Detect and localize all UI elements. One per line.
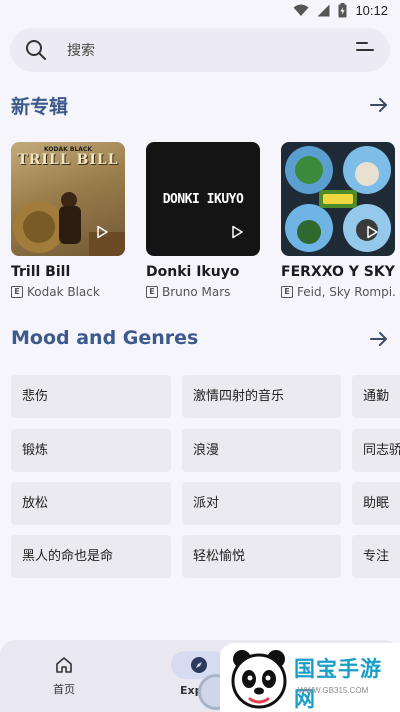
genre-button[interactable]: 悲伤 [11,375,171,418]
album-cover-title: DONKI IKUYO [162,192,244,207]
genre-button[interactable]: 助眠 [352,482,400,525]
album-cover[interactable] [281,142,395,256]
signal-icon [317,4,330,17]
album-artist: Bruno Mars [162,285,231,299]
menu-icon[interactable] [356,42,374,58]
play-icon[interactable] [365,225,379,239]
genre-button[interactable]: 锻炼 [11,429,171,472]
album-title: FERXXO Y SKY R [281,264,395,280]
search-bar[interactable]: 搜索 [10,28,390,72]
status-time: 10:12 [355,3,388,18]
album-card[interactable]: FERXXO Y SKY R E Feid, Sky Rompi... [281,142,395,299]
genre-button[interactable]: 浪漫 [182,429,341,472]
album-artist-row: E Feid, Sky Rompi... [281,285,395,299]
status-icons: 10:12 [293,3,388,18]
mood-genres-more-button[interactable] [367,327,391,351]
watermark-logo: 国宝手游网 WWW.GB315.COM [220,643,400,712]
album-cover[interactable]: DONKI IKUYO [146,142,260,256]
album-title: Donki Ikuyo [146,264,240,280]
genre-button[interactable]: 黑人的命也是命 [11,535,171,578]
play-icon[interactable] [230,225,244,239]
nav-home[interactable]: 首页 [44,656,84,697]
status-bar: 10:12 [0,0,400,24]
album-card[interactable]: KODAK BLACK TRILL BILL Trill Bill E Koda… [11,142,125,299]
watermark-url: WWW.GB315.COM [298,686,369,695]
album-artist-row: E Bruno Mars [146,285,260,299]
explicit-icon: E [146,286,158,298]
genre-button[interactable]: 激情四射的音乐 [182,375,341,418]
genre-button[interactable]: 通勤 [352,375,400,418]
genre-button[interactable]: 放松 [11,482,171,525]
album-artist: Feid, Sky Rompi... [297,285,395,299]
album-cover-title: TRILL BILL [17,152,119,168]
battery-icon [338,3,347,18]
genre-button[interactable]: 专注 [352,535,400,578]
explicit-icon: E [281,286,293,298]
panda-icon [231,650,287,709]
album-artist-row: E Kodak Black [11,285,125,299]
search-input[interactable]: 搜索 [67,40,95,60]
search-icon [26,40,46,60]
album-cover[interactable]: KODAK BLACK TRILL BILL [11,142,125,256]
wifi-icon [293,4,309,16]
album-title: Trill Bill [11,264,71,280]
watermark-text: 国宝手游网 [294,657,382,711]
compass-icon [191,657,207,673]
mood-genres-title: Mood and Genres [11,327,199,349]
genre-button[interactable]: 轻松愉悦 [182,535,341,578]
nav-home-label: 首页 [53,683,75,696]
new-albums-more-button[interactable] [367,93,391,117]
genre-button[interactable]: 同志骄 [352,429,400,472]
home-icon [56,657,72,673]
explicit-icon: E [11,286,23,298]
play-icon[interactable] [95,225,109,239]
album-artist: Kodak Black [27,285,100,299]
new-albums-title: 新专辑 [11,96,69,118]
arrow-right-icon [370,332,387,346]
genre-button[interactable]: 派对 [182,482,341,525]
arrow-right-icon [370,98,387,112]
album-card[interactable]: DONKI IKUYO Donki Ikuyo E Bruno Mars [146,142,260,299]
